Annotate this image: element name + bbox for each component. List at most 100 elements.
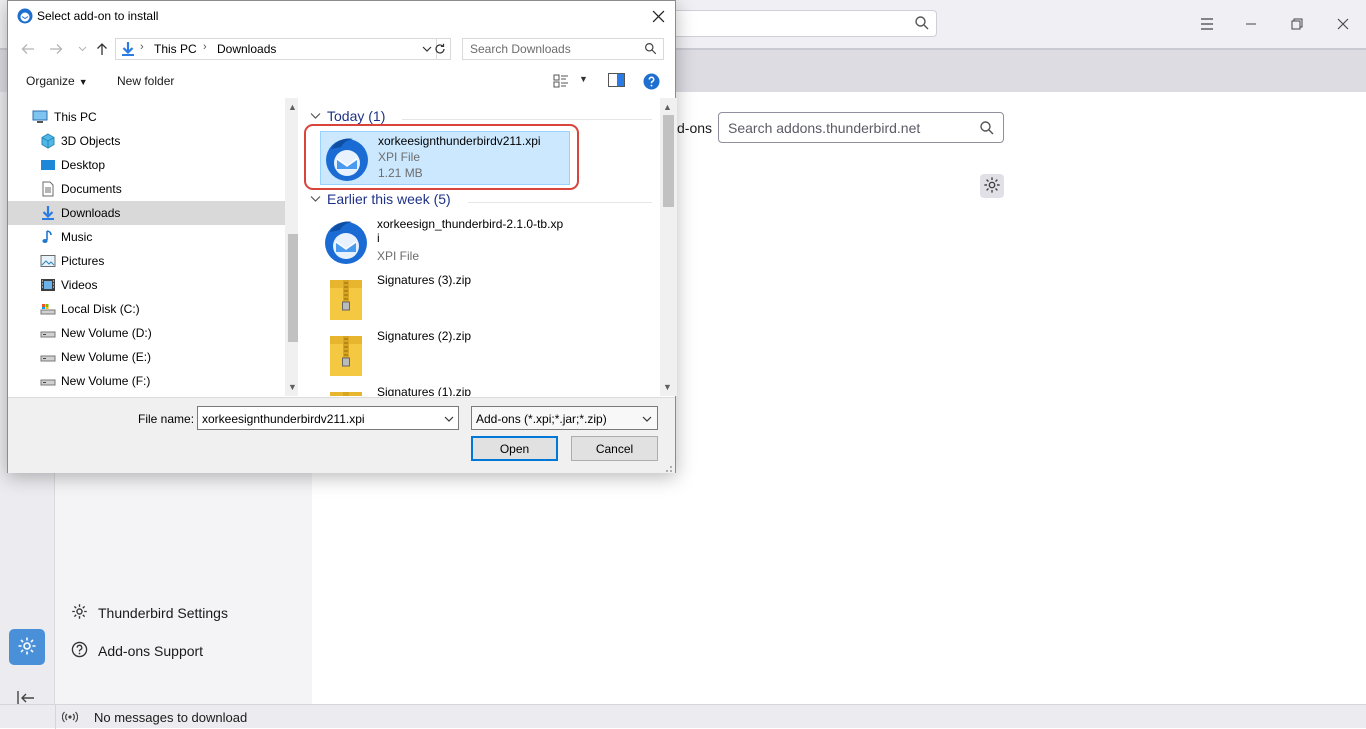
file-scrollbar[interactable]: ▲ ▼: [660, 98, 677, 396]
tree-item-videos[interactable]: Videos: [8, 273, 285, 297]
change-view-icon[interactable]: [553, 74, 569, 91]
download-icon: [40, 205, 56, 221]
refresh-icon[interactable]: [430, 38, 451, 60]
restore-icon[interactable]: [1286, 13, 1308, 35]
video-icon: [40, 277, 56, 293]
tree-item-label: Music: [61, 230, 93, 244]
organize-button[interactable]: Organize ▼: [26, 74, 88, 88]
scroll-up-icon[interactable]: ▲: [288, 102, 297, 112]
open-button[interactable]: Open: [471, 436, 558, 461]
help-icon[interactable]: [643, 73, 660, 93]
tree-item-volume-d[interactable]: New Volume (D:): [8, 321, 285, 345]
tree-item-pictures[interactable]: Pictures: [8, 249, 285, 273]
tree-item-desktop[interactable]: Desktop: [8, 153, 285, 177]
group-header-label: Today (1): [327, 108, 386, 124]
preview-pane-icon[interactable]: [608, 73, 625, 90]
tree-item-downloads[interactable]: Downloads: [8, 201, 285, 225]
search-downloads-input[interactable]: Search Downloads: [462, 38, 664, 60]
file-name-input[interactable]: xorkeesignthunderbirdv211.xpi: [197, 406, 459, 430]
select-addon-dialog: Select add-on to install › This PC › Dow…: [7, 0, 677, 473]
new-folder-button[interactable]: New folder: [117, 74, 174, 88]
side-link-label: Add-ons Support: [98, 643, 204, 659]
online-status-icon[interactable]: [61, 710, 79, 727]
chevron-right-icon: ›: [203, 41, 207, 53]
amo-search-input[interactable]: Search addons.thunderbird.net: [718, 112, 1004, 143]
breadcrumb[interactable]: › This PC › Downloads: [115, 38, 437, 60]
file-item[interactable]: Signatures (3).zip: [320, 271, 570, 325]
scroll-down-icon[interactable]: ▼: [663, 382, 672, 392]
close-window-icon[interactable]: [1332, 13, 1354, 35]
group-divider: [468, 202, 652, 203]
tree-item-label: Desktop: [61, 158, 106, 172]
settings-space-button[interactable]: [9, 629, 45, 665]
up-arrow-icon[interactable]: [94, 41, 110, 57]
tree-item-local-disk-c[interactable]: Local Disk (C:): [8, 297, 285, 321]
file-name-value: xorkeesignthunderbirdv211.xpi: [202, 412, 365, 426]
nav-scrollbar[interactable]: ▲ ▼: [285, 98, 298, 396]
back-arrow-icon[interactable]: [20, 41, 36, 57]
drive-icon: [40, 349, 56, 365]
file-name-line2: i: [377, 231, 380, 245]
close-icon[interactable]: [649, 7, 667, 25]
tree-item-label: Videos: [61, 278, 98, 292]
file-name: Signatures (2).zip: [377, 329, 472, 343]
drive-icon: [40, 325, 56, 341]
cancel-button[interactable]: Cancel: [571, 436, 658, 461]
tree-item-label: New Volume (F:): [61, 374, 151, 388]
chevron-down-icon: [310, 113, 321, 119]
organize-label: Organize: [26, 74, 75, 88]
chevron-down-icon: [642, 412, 652, 427]
recent-locations-icon[interactable]: [74, 41, 90, 57]
breadcrumb-item[interactable]: Downloads: [217, 42, 276, 56]
navigation-pane: This PC 3D Objects Desktop Documents Dow…: [8, 98, 298, 396]
scroll-up-icon[interactable]: ▲: [663, 102, 672, 112]
file-item[interactable]: Signatures (1).zip: [320, 383, 570, 396]
addons-tools-button[interactable]: [980, 174, 1004, 198]
thunderbird-settings-link[interactable]: Thunderbird Settings: [71, 603, 228, 623]
amo-search-placeholder: Search addons.thunderbird.net: [728, 120, 921, 136]
group-header-earlier-this-week[interactable]: Earlier this week (5): [310, 191, 451, 207]
tree-item-documents[interactable]: Documents: [8, 177, 285, 201]
app-menu-icon[interactable]: [1196, 13, 1218, 35]
forward-arrow-icon[interactable]: [48, 41, 64, 57]
status-text: No messages to download: [94, 710, 248, 725]
addons-support-link[interactable]: Add-ons Support: [71, 641, 203, 661]
file-type-select[interactable]: Add-ons (*.xpi;*.jar;*.zip): [471, 406, 658, 430]
scroll-thumb[interactable]: [288, 234, 298, 342]
tree-item-volume-f[interactable]: New Volume (F:): [8, 369, 285, 393]
status-bar: No messages to download: [0, 704, 1366, 729]
tree-item-music[interactable]: Music: [8, 225, 285, 249]
file-item[interactable]: Signatures (2).zip: [320, 327, 570, 381]
resize-grip-icon[interactable]: [663, 461, 673, 472]
scroll-down-icon[interactable]: ▼: [288, 382, 297, 392]
side-link-label: Thunderbird Settings: [98, 605, 228, 621]
document-icon: [40, 181, 56, 197]
drive-icon: [40, 301, 56, 317]
chevron-down-icon: [310, 196, 321, 202]
group-header-label: Earlier this week (5): [327, 191, 451, 207]
group-header-today[interactable]: Today (1): [310, 108, 385, 124]
zip-folder-icon: [322, 274, 370, 322]
tree-item-this-pc[interactable]: This PC: [8, 105, 285, 129]
scroll-thumb[interactable]: [663, 115, 674, 207]
address-bar: › This PC › Downloads Search Downloads: [8, 35, 675, 63]
search-placeholder: Search Downloads: [470, 42, 571, 56]
computer-icon: [32, 109, 48, 125]
drive-icon: [40, 373, 56, 389]
thunderbird-logo-icon: [17, 8, 33, 27]
global-search-input[interactable]: [672, 10, 937, 37]
tree-item-label: New Volume (D:): [61, 326, 152, 340]
file-item[interactable]: xorkeesign_thunderbird-2.1.0-tb.xp i XPI …: [320, 215, 570, 269]
tree-item-volume-e[interactable]: New Volume (E:): [8, 345, 285, 369]
minimize-icon[interactable]: [1240, 13, 1262, 35]
tree-item-3d-objects[interactable]: 3D Objects: [8, 129, 285, 153]
breadcrumb-item[interactable]: This PC: [154, 42, 197, 56]
chevron-down-icon[interactable]: ▼: [579, 74, 588, 84]
chevron-down-icon[interactable]: [444, 412, 454, 427]
cube-icon: [40, 133, 56, 149]
search-icon: [914, 15, 930, 34]
file-name-label: File name:: [138, 412, 195, 426]
search-icon: [979, 120, 995, 139]
zip-folder-icon: [322, 386, 370, 396]
tree-item-label: Documents: [61, 182, 122, 196]
